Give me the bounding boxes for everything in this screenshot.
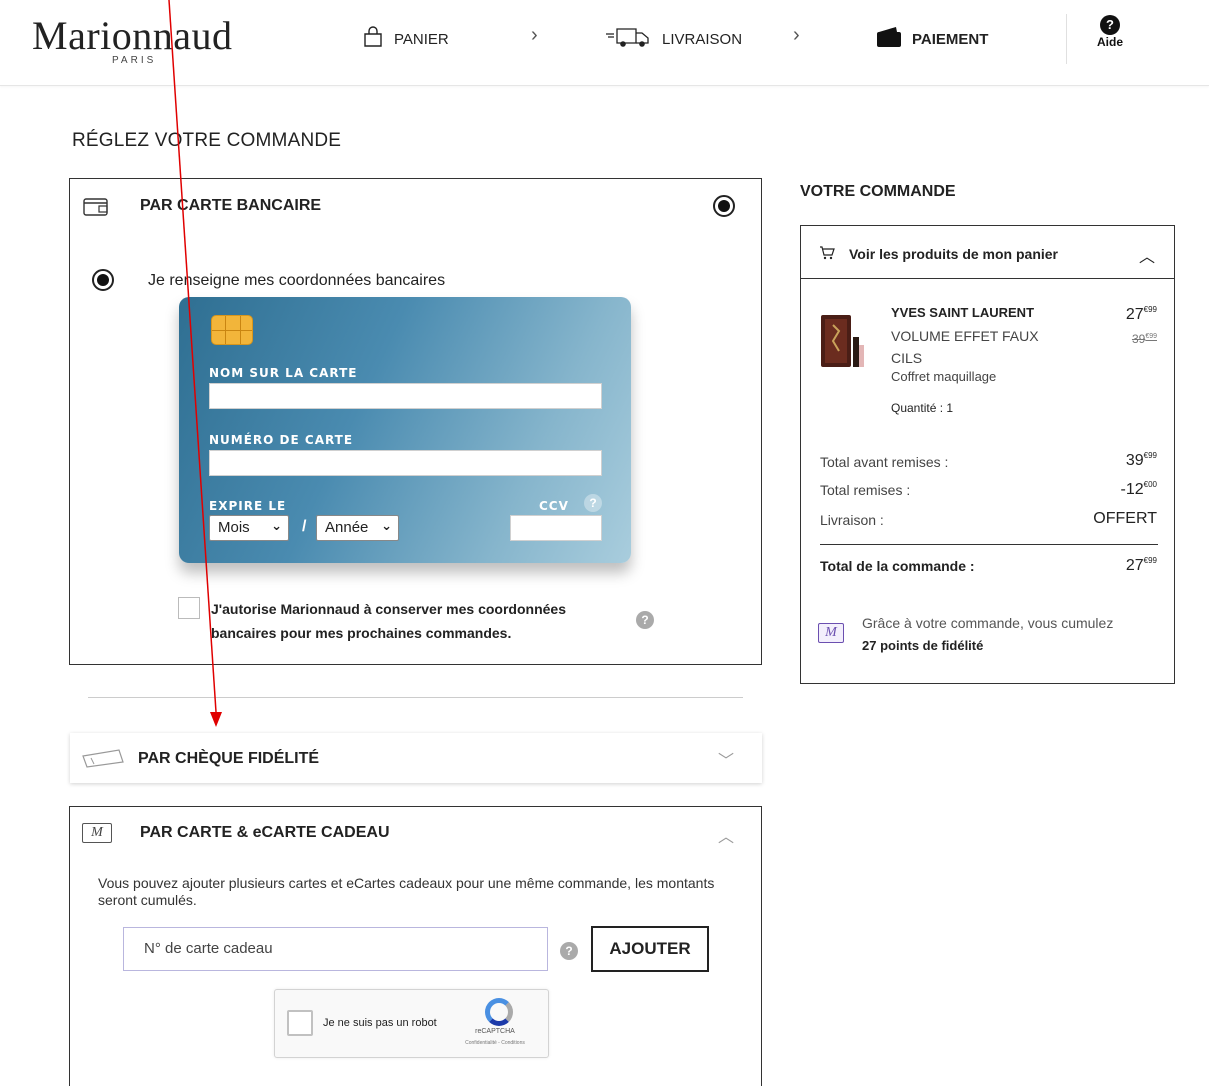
order-title: VOTRE COMMANDE bbox=[800, 183, 956, 200]
summary-label: Total remises : bbox=[820, 482, 911, 498]
expiry-month-select[interactable]: Mois ⌄ bbox=[209, 515, 289, 541]
help-label: Aide bbox=[1096, 35, 1123, 49]
card-number-label: NUMÉRO DE CARTE bbox=[209, 433, 354, 447]
cart-toggle-label: Voir les produits de mon panier bbox=[849, 246, 1058, 262]
cart-products-toggle[interactable]: Voir les produits de mon panier ︿ bbox=[801, 226, 1174, 279]
header-divider bbox=[1066, 14, 1067, 64]
credit-card-icon bbox=[83, 197, 109, 222]
gift-card-title: PAR CARTE & eCARTE CADEAU bbox=[140, 824, 390, 841]
section-divider bbox=[88, 697, 743, 698]
checkout-header: Marionnaud PARIS PANIER › LIVRAISON › PA… bbox=[0, 0, 1209, 86]
add-gift-card-button[interactable]: AJOUTER bbox=[591, 926, 709, 972]
expiry-label: EXPIRE LE bbox=[209, 499, 287, 513]
summary-label: Total avant remises : bbox=[820, 454, 949, 470]
product-image[interactable] bbox=[821, 311, 865, 369]
card-payment-section: PAR CARTE BANCAIRE Je renseigne mes coor… bbox=[69, 178, 762, 665]
loyalty-message: Grâce à votre commande, vous cumulez 27 … bbox=[862, 612, 1162, 657]
summary-value: 39€99 bbox=[1125, 451, 1157, 469]
select-value: Mois bbox=[218, 519, 250, 536]
gift-card-section: M PAR CARTE & eCARTE CADEAU ︿ Vous pouve… bbox=[69, 806, 762, 1086]
marionnaud-card-icon: M bbox=[82, 823, 112, 843]
product-brand: YVES SAINT LAURENT bbox=[891, 305, 1035, 320]
card-payment-radio[interactable] bbox=[713, 195, 735, 217]
question-icon[interactable]: ? bbox=[560, 942, 578, 960]
chevron-down-icon: ⌄ bbox=[271, 518, 282, 533]
total-divider bbox=[820, 544, 1158, 545]
product-quantity: Quantité : 1 bbox=[891, 401, 954, 415]
loyalty-text: Grâce à votre commande, vous cumulez bbox=[862, 615, 1114, 631]
total-label: Total de la commande : bbox=[820, 558, 975, 574]
date-separator: / bbox=[302, 518, 307, 535]
save-card-checkbox[interactable] bbox=[178, 597, 200, 619]
select-value: Année bbox=[325, 519, 369, 536]
enter-card-details-label: Je renseigne mes coordonnées bancaires bbox=[148, 272, 446, 289]
credit-card-form: NOM SUR LA CARTE NUMÉRO DE CARTE EXPIRE … bbox=[179, 297, 631, 563]
wallet-icon bbox=[876, 26, 902, 52]
save-card-consent-text: J'autorise Marionnaud à conserver mes co… bbox=[211, 601, 566, 641]
chevron-up-icon: ︿ bbox=[1139, 249, 1156, 266]
card-name-label: NOM SUR LA CARTE bbox=[209, 366, 358, 380]
expiry-year-select[interactable]: Année ⌄ bbox=[316, 515, 399, 541]
delivery-truck-icon bbox=[604, 25, 652, 53]
product-name[interactable]: VOLUME EFFET FAUX CILS bbox=[891, 325, 1061, 369]
cheque-title: PAR CHÈQUE FIDÉLITÉ bbox=[138, 750, 320, 767]
card-payment-title: PAR CARTE BANCAIRE bbox=[140, 197, 322, 214]
page-title: RÉGLEZ VOTRE COMMANDE bbox=[72, 130, 342, 151]
gift-card-description: Vous pouvez ajouter plusieurs cartes et … bbox=[98, 875, 715, 908]
recaptcha-label: Je ne suis pas un robot bbox=[323, 1017, 437, 1029]
order-summary: Voir les produits de mon panier ︿ YVES S… bbox=[800, 225, 1175, 684]
step-panier[interactable]: PANIER bbox=[362, 24, 449, 54]
cheque-fidelite-section[interactable]: PAR CHÈQUE FIDÉLITÉ ﹀ bbox=[70, 733, 762, 783]
question-icon: ? bbox=[1100, 15, 1120, 35]
step-paiement[interactable]: PAIEMENT bbox=[876, 24, 988, 54]
product-type: Coffret maquillage bbox=[891, 369, 997, 384]
loyalty-card-icon: M bbox=[818, 623, 844, 643]
recaptcha-links[interactable]: Confidentialité - Conditions bbox=[445, 1040, 545, 1046]
question-icon[interactable]: ? bbox=[636, 611, 654, 629]
step-label: PAIEMENT bbox=[912, 30, 989, 48]
chevron-down-icon: ⌄ bbox=[381, 518, 392, 533]
step-label: LIVRAISON bbox=[662, 30, 743, 48]
chevron-right-icon: › bbox=[793, 24, 800, 46]
total-value: 27€99 bbox=[1125, 556, 1157, 574]
recaptcha-checkbox[interactable] bbox=[287, 1010, 313, 1036]
summary-value: -12€00 bbox=[1120, 480, 1157, 498]
shopping-bag-icon bbox=[362, 26, 384, 52]
help-link[interactable]: ? Aide bbox=[1090, 15, 1130, 49]
card-name-input[interactable] bbox=[209, 383, 602, 409]
recaptcha-brand: reCAPTCHA bbox=[475, 1028, 515, 1035]
ccv-input[interactable] bbox=[510, 515, 602, 541]
card-payment-header[interactable]: PAR CARTE BANCAIRE bbox=[70, 179, 761, 233]
step-livraison[interactable]: LIVRAISON bbox=[604, 24, 742, 54]
product-old-price: 39€99 bbox=[1131, 332, 1157, 346]
logo-subtitle: PARIS bbox=[112, 55, 157, 66]
card-number-input[interactable] bbox=[209, 450, 602, 476]
card-chip-icon bbox=[211, 315, 253, 345]
ccv-help-icon[interactable]: ? bbox=[584, 494, 602, 512]
ccv-label: CCV bbox=[539, 499, 569, 513]
loyalty-points: 27 points de fidélité bbox=[862, 638, 984, 653]
chevron-right-icon: › bbox=[531, 24, 538, 46]
marionnaud-logo[interactable]: Marionnaud PARIS bbox=[32, 12, 242, 72]
chevron-up-icon[interactable]: ︿ bbox=[718, 823, 734, 847]
summary-value: OFFERT bbox=[1093, 510, 1157, 527]
step-label: PANIER bbox=[394, 30, 449, 48]
gift-card-header[interactable]: M PAR CARTE & eCARTE CADEAU ︿ bbox=[70, 807, 761, 861]
enter-card-details-radio[interactable] bbox=[92, 269, 114, 291]
product-price: 27€99 bbox=[1125, 305, 1157, 323]
gift-card-number-input[interactable]: N° de carte cadeau bbox=[123, 927, 548, 971]
recaptcha-logo-icon bbox=[485, 998, 513, 1026]
cart-icon bbox=[819, 246, 835, 265]
chevron-down-icon: ﹀ bbox=[718, 753, 735, 770]
cheque-icon bbox=[81, 748, 125, 773]
logo-text: Marionnaud bbox=[32, 13, 233, 58]
summary-label: Livraison : bbox=[820, 512, 884, 528]
recaptcha-widget: Je ne suis pas un robot reCAPTCHA Confid… bbox=[274, 989, 549, 1058]
